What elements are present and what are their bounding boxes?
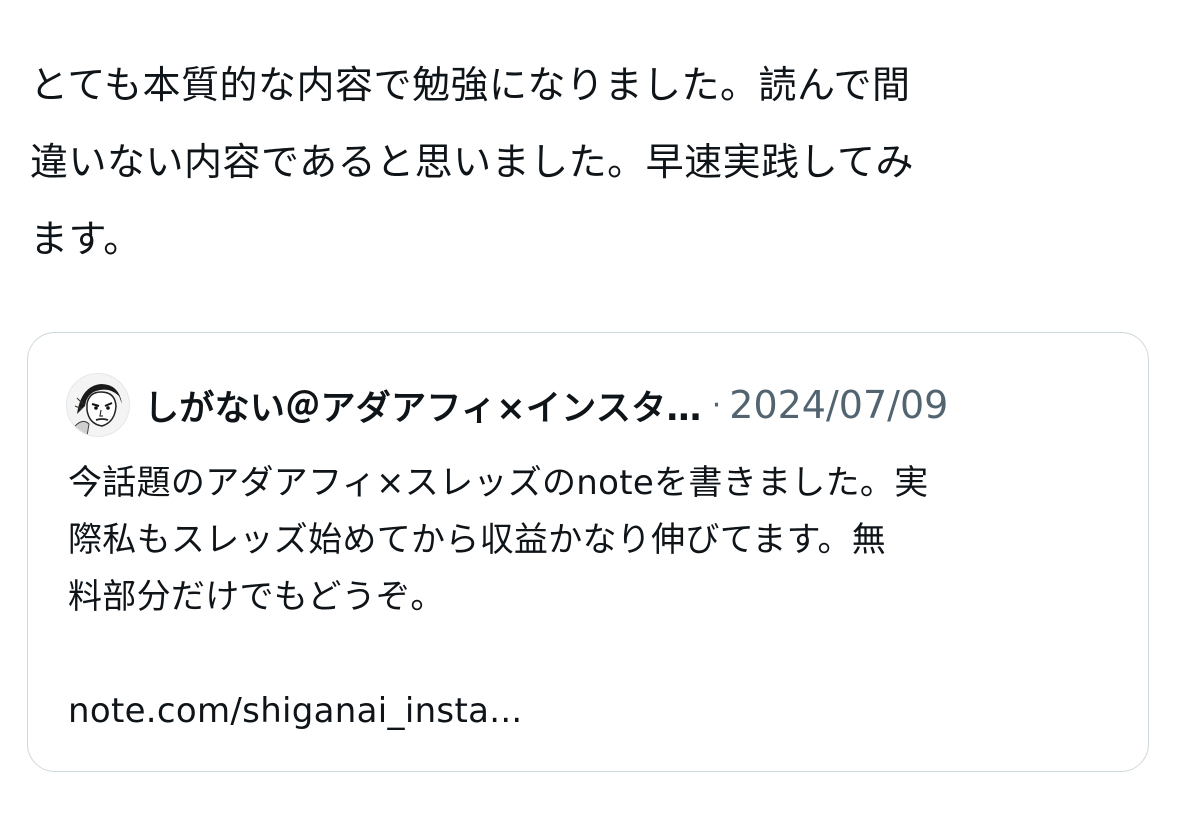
quoted-body-line: 今話題のアダアフィ×スレッズのnoteを書きました。実 (68, 463, 929, 503)
quoted-post-header: しがない＠アダアフィ×インスタ… · 2024/07/09 (66, 373, 1116, 437)
quoted-author-name[interactable]: しがない＠アダアフィ×インスタ… (144, 380, 702, 431)
quoted-post-date[interactable]: 2024/07/09 (729, 383, 948, 427)
quoted-post-link[interactable]: note.com/shiganai_insta... (68, 683, 1128, 740)
quoted-post-body: 今話題のアダアフィ×スレッズのnoteを書きました。実 際私もスレッズ始めてから… (68, 455, 1128, 740)
post-text-line: とても本質的な内容で勉強になりました。読んで間 (30, 63, 911, 107)
quoted-body-line: 際私もスレッズ始めてから収益かなり伸びてます。無 (68, 520, 887, 560)
post-text-line: 違いない内容であると思いました。早速実践してみ (30, 140, 914, 184)
header-separator: · (711, 387, 722, 423)
post-text-line: ます。 (30, 217, 142, 261)
quoted-post-card[interactable]: しがない＠アダアフィ×インスタ… · 2024/07/09 今話題のアダアフィ×… (27, 332, 1149, 772)
author-avatar-icon[interactable] (66, 373, 130, 437)
quoted-body-line: 料部分だけでもどうぞ。 (68, 577, 445, 617)
post-text: とても本質的な内容で勉強になりました。読んで間 違いない内容であると思いました。… (30, 47, 1140, 278)
